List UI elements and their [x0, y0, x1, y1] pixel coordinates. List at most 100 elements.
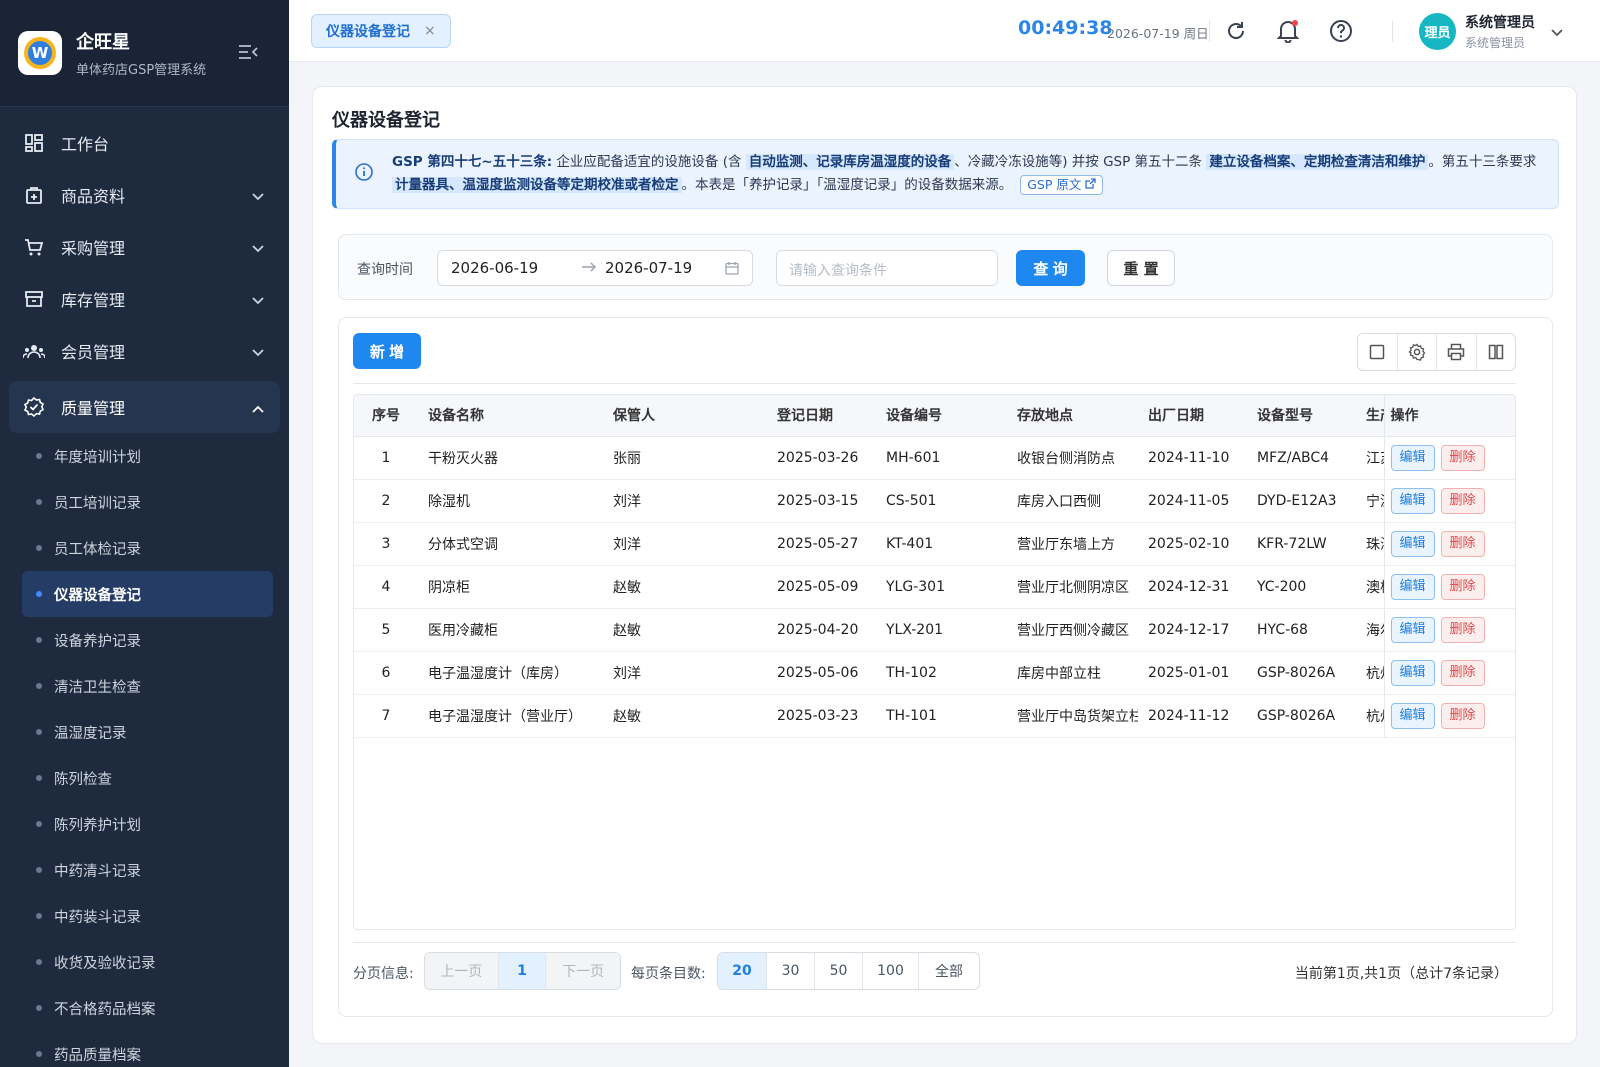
- edit-button[interactable]: 编辑: [1390, 444, 1435, 471]
- info-icon: [355, 163, 373, 189]
- date-range-picker[interactable]: 2026-06-19 2026-07-19: [437, 250, 753, 286]
- delete-button[interactable]: 删除: [1440, 444, 1485, 471]
- refresh-icon[interactable]: [1223, 18, 1249, 44]
- bullet-icon: [36, 821, 42, 827]
- settings-icon[interactable]: [1398, 334, 1437, 370]
- sidebar-item-label: 采购管理: [61, 239, 126, 258]
- table-cell: 干粉灭火器: [418, 436, 603, 480]
- actions-cell: 编辑 删除: [1383, 651, 1515, 695]
- column-header[interactable]: 操作: [1383, 395, 1515, 437]
- sidebar-subitem[interactable]: 员工培训记录: [22, 479, 273, 525]
- help-icon[interactable]: [1328, 18, 1354, 44]
- delete-button[interactable]: 删除: [1440, 659, 1485, 686]
- gsp-original-link[interactable]: GSP 原文: [1020, 175, 1104, 195]
- edit-button[interactable]: 编辑: [1390, 487, 1435, 514]
- divider: [353, 942, 1516, 943]
- page-size-option[interactable]: 20: [718, 953, 767, 989]
- column-header[interactable]: 序号: [354, 395, 418, 437]
- column-header[interactable]: 生产厂家: [1356, 395, 1384, 437]
- column-header[interactable]: 设备编号: [876, 395, 1007, 437]
- table-cell: 刘洋: [603, 479, 767, 523]
- sidebar-subitem[interactable]: 陈列检查: [22, 755, 273, 801]
- delete-button[interactable]: 删除: [1440, 616, 1485, 643]
- sidebar-subitem-label: 收货及验收记录: [54, 955, 156, 972]
- column-header[interactable]: 设备型号: [1247, 395, 1356, 437]
- table-row[interactable]: 5 医用冷藏柜 赵敏 2025-04-20 YLX-201 营业厅西侧冷藏区 2024-12…: [354, 608, 1515, 652]
- table-row[interactable]: 1 干粉灭火器 张丽 2025-03-26 MH-601 收银台侧消防点 2024-11-1…: [354, 436, 1515, 480]
- column-header[interactable]: 出厂日期: [1138, 395, 1247, 437]
- bullet-icon: [36, 1051, 42, 1057]
- page-size-option[interactable]: 100: [863, 953, 919, 989]
- sidebar-subitem[interactable]: 收货及验收记录: [22, 939, 273, 985]
- avatar[interactable]: 理员: [1419, 13, 1456, 50]
- sidebar-item-dashboard[interactable]: 工作台: [9, 117, 280, 169]
- table-cell: 除湿机: [418, 479, 603, 523]
- sidebar-subitem[interactable]: 仪器设备登记: [22, 571, 273, 617]
- actions-cell: 编辑 删除: [1383, 608, 1515, 652]
- sidebar-subitem[interactable]: 员工体检记录: [22, 525, 273, 571]
- table-row[interactable]: 6 电子温湿度计（库房） 刘洋 2025-05-06 TH-102 库房中部立柱 2025-…: [354, 651, 1515, 695]
- brand-header: W 企旺星 单体药店GSP管理系统: [0, 0, 289, 107]
- sidebar-subitem[interactable]: 药品质量档案: [22, 1031, 273, 1067]
- page-size-option[interactable]: 50: [815, 953, 863, 989]
- delete-button[interactable]: 删除: [1440, 702, 1485, 729]
- edit-button[interactable]: 编辑: [1390, 530, 1435, 557]
- date-from[interactable]: 2026-06-19: [451, 259, 538, 277]
- collapse-menu-icon[interactable]: [238, 44, 258, 64]
- next-page-button[interactable]: 下一页: [546, 953, 620, 989]
- sidebar-subitem[interactable]: 中药装斗记录: [22, 893, 273, 939]
- reset-button[interactable]: 重 置: [1107, 250, 1175, 286]
- page-size-option[interactable]: 30: [767, 953, 815, 989]
- edit-button[interactable]: 编辑: [1390, 573, 1435, 600]
- fullscreen-icon[interactable]: [1358, 334, 1398, 370]
- edit-button[interactable]: 编辑: [1390, 659, 1435, 686]
- equipment-table: 序号设备名称保管人登记日期设备编号存放地点出厂日期设备型号生产厂家操作 1干粉灭…: [353, 394, 1516, 930]
- sidebar-subitem[interactable]: 温湿度记录: [22, 709, 273, 755]
- chevron-down-icon[interactable]: [1551, 22, 1563, 41]
- sidebar-item-inventory[interactable]: 库存管理: [9, 273, 280, 325]
- bell-icon[interactable]: [1275, 18, 1301, 44]
- sidebar-subitem[interactable]: 陈列养护计划: [22, 801, 273, 847]
- print-icon[interactable]: [1437, 334, 1477, 370]
- page-number-button[interactable]: 1: [498, 953, 547, 989]
- sidebar-item-quality[interactable]: 质量管理: [9, 381, 280, 433]
- table-cell: 2024-11-12: [1138, 694, 1247, 738]
- sidebar-subitem[interactable]: 中药清斗记录: [22, 847, 273, 893]
- columns-icon[interactable]: [1477, 334, 1516, 370]
- table-cell: 2025-03-15: [767, 479, 876, 523]
- sidebar-subitem[interactable]: 设备养护记录: [22, 617, 273, 663]
- column-header[interactable]: 存放地点: [1007, 395, 1138, 437]
- sidebar-subitem[interactable]: 清洁卫生检查: [22, 663, 273, 709]
- sidebar-subitem-label: 中药装斗记录: [54, 909, 141, 926]
- delete-button[interactable]: 删除: [1440, 530, 1485, 557]
- sidebar-item-goods[interactable]: 商品资料: [9, 169, 280, 221]
- table-row[interactable]: 2 除湿机 刘洋 2025-03-15 CS-501 库房入口西侧 2024-11-05 DY…: [354, 479, 1515, 523]
- user-name[interactable]: 系统管理员: [1465, 12, 1535, 32]
- query-button[interactable]: 查 询: [1016, 250, 1085, 286]
- column-header[interactable]: 设备名称: [418, 395, 603, 437]
- edit-button[interactable]: 编辑: [1390, 616, 1435, 643]
- table-cell: 阴凉柜: [418, 565, 603, 609]
- table-row[interactable]: 3 分体式空调 刘洋 2025-05-27 KT-401 营业厅东墙上方 2025-02-1…: [354, 522, 1515, 566]
- column-header[interactable]: 保管人: [603, 395, 767, 437]
- table-cell: 张丽: [603, 436, 767, 480]
- search-input[interactable]: 请输入查询条件: [776, 250, 998, 286]
- sidebar-item-purchase[interactable]: 采购管理: [9, 221, 280, 273]
- column-header[interactable]: 登记日期: [767, 395, 876, 437]
- edit-button[interactable]: 编辑: [1390, 702, 1435, 729]
- table-row[interactable]: 4 阴凉柜 赵敏 2025-05-09 YLG-301 营业厅北侧阴凉区 2024-12-3…: [354, 565, 1515, 609]
- sidebar-item-members[interactable]: 会员管理: [9, 325, 280, 377]
- delete-button[interactable]: 删除: [1440, 573, 1485, 600]
- date-to[interactable]: 2026-07-19: [605, 259, 692, 277]
- table-cell: 营业厅北侧阴凉区: [1007, 565, 1138, 609]
- add-button[interactable]: 新 增: [353, 333, 421, 369]
- page-size-option[interactable]: 全部: [919, 953, 979, 989]
- table-row[interactable]: 7 电子温湿度计（营业厅） 赵敏 2025-03-23 TH-101 营业厅中岛货架立柱 2…: [354, 694, 1515, 738]
- prev-page-button[interactable]: 上一页: [425, 953, 499, 989]
- actions-cell: 编辑 删除: [1383, 479, 1515, 523]
- tab-equipment-registration[interactable]: 仪器设备登记 ×: [311, 14, 451, 48]
- sidebar-subitem[interactable]: 不合格药品档案: [22, 985, 273, 1031]
- close-icon[interactable]: ×: [424, 23, 436, 39]
- sidebar-subitem[interactable]: 年度培训计划: [22, 433, 273, 479]
- delete-button[interactable]: 删除: [1440, 487, 1485, 514]
